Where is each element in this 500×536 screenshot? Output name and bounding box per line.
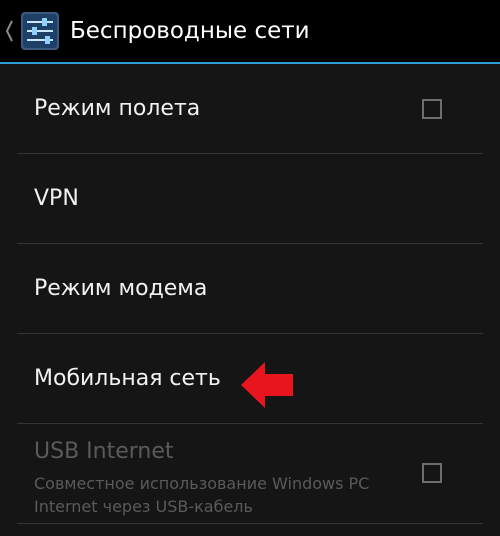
settings-sliders-icon [20,11,60,51]
usb-internet-label: USB Internet [34,439,174,464]
tethering-label: Режим модема [34,276,208,301]
red-arrow-left-icon [241,362,293,408]
vpn-item[interactable]: VPN [0,154,500,243]
divider [17,523,483,524]
up-button[interactable] [0,0,60,62]
settings-list: Режим полета VPN Режим модема Мобильная … [0,64,500,536]
chevron-left-icon [4,18,14,44]
usb-internet-checkbox [422,463,442,483]
tethering-item[interactable]: Режим модема [0,244,500,333]
action-bar: Беспроводные сети [0,0,500,62]
vpn-label: VPN [34,186,79,211]
page-title: Беспроводные сети [70,18,310,44]
airplane-mode-label: Режим полета [34,96,201,121]
mobile-network-label: Мобильная сеть [34,366,221,391]
airplane-mode-item[interactable]: Режим полета [0,64,500,153]
usb-internet-summary: Совместное использование Windows PC Inte… [34,474,370,516]
airplane-mode-checkbox[interactable] [422,98,442,119]
wireless-networks-screen: Беспроводные сети Режим полета VPN Режим… [0,0,500,536]
usb-internet-item: USB Internet Совместное использование Wi… [0,424,500,523]
